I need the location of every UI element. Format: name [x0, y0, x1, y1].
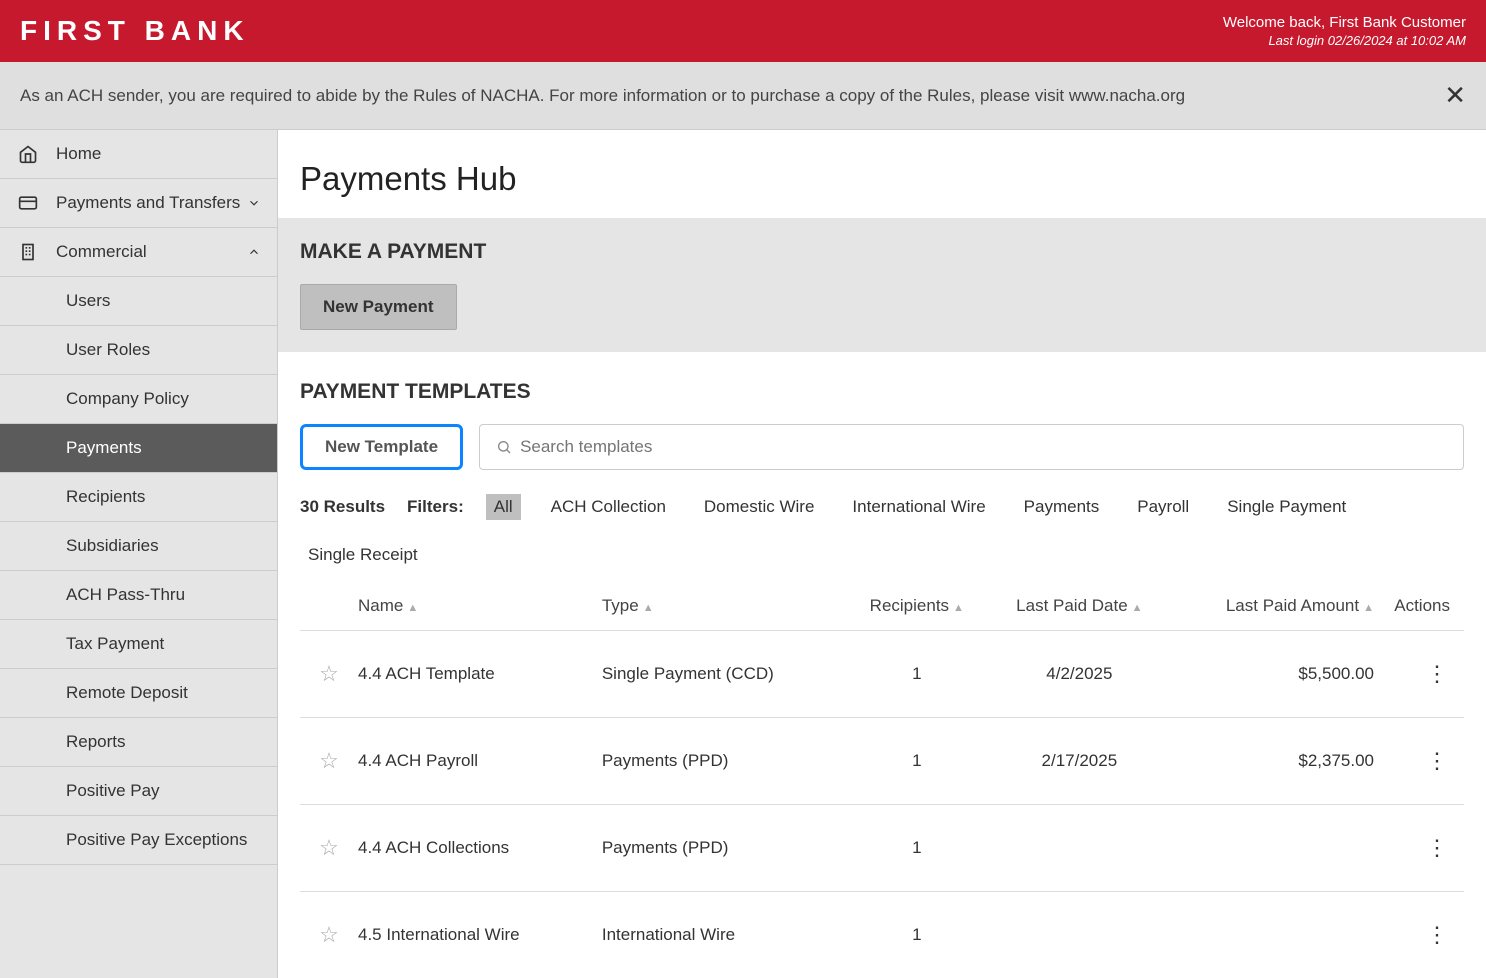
- cell-date: 4/2/2025: [988, 664, 1171, 684]
- chevron-up-icon: [247, 245, 261, 259]
- page-title: Payments Hub: [278, 130, 1486, 218]
- cell-date: 2/17/2025: [988, 751, 1171, 771]
- actions-menu-icon[interactable]: ⋮: [1374, 843, 1464, 853]
- cell-name: 4.4 ACH Template: [358, 664, 602, 684]
- cell-recipients: 1: [846, 751, 988, 771]
- star-icon[interactable]: ☆: [300, 661, 358, 687]
- close-icon[interactable]: ✕: [1444, 80, 1466, 111]
- sidebar-sub-recipients[interactable]: Recipients: [0, 473, 277, 522]
- filter-domestic-wire[interactable]: Domestic Wire: [696, 494, 823, 520]
- templates-heading: PAYMENT TEMPLATES: [278, 380, 1486, 404]
- star-icon[interactable]: ☆: [300, 835, 358, 861]
- cell-type: Payments (PPD): [602, 751, 846, 771]
- filters-label: Filters:: [407, 497, 464, 517]
- filter-payroll[interactable]: Payroll: [1129, 494, 1197, 520]
- chevron-down-icon: [247, 196, 261, 210]
- star-icon[interactable]: ☆: [300, 748, 358, 774]
- cell-name: 4.4 ACH Collections: [358, 838, 602, 858]
- cell-type: Payments (PPD): [602, 838, 846, 858]
- make-payment-section: MAKE A PAYMENT New Payment: [278, 218, 1486, 352]
- cell-recipients: 1: [846, 925, 988, 945]
- cell-recipients: 1: [846, 664, 988, 684]
- sidebar-sub-reports[interactable]: Reports: [0, 718, 277, 767]
- col-header-name[interactable]: Name▲: [358, 596, 602, 616]
- sidebar-sub-positive-pay-exceptions[interactable]: Positive Pay Exceptions: [0, 816, 277, 865]
- star-icon[interactable]: ☆: [300, 922, 358, 948]
- cell-amount: $2,375.00: [1171, 751, 1374, 771]
- table-header-row: Name▲ Type▲ Recipients▲ Last Paid Date▲ …: [300, 586, 1464, 631]
- welcome-text: Welcome back, First Bank Customer: [1223, 14, 1466, 31]
- filter-international-wire[interactable]: International Wire: [844, 494, 993, 520]
- sort-icon: ▲: [953, 602, 964, 614]
- main-content: Payments Hub MAKE A PAYMENT New Payment …: [278, 130, 1486, 978]
- filter-row: 30 Results Filters: All ACH Collection D…: [278, 494, 1486, 568]
- building-icon: [16, 242, 40, 262]
- notice-bar: As an ACH sender, you are required to ab…: [0, 62, 1486, 130]
- table-row: ☆ 4.4 ACH Template Single Payment (CCD) …: [300, 631, 1464, 718]
- filter-ach-collection[interactable]: ACH Collection: [543, 494, 674, 520]
- col-header-last-paid-date[interactable]: Last Paid Date▲: [988, 596, 1171, 616]
- cell-type: Single Payment (CCD): [602, 664, 846, 684]
- cell-name: 4.4 ACH Payroll: [358, 751, 602, 771]
- filter-payments[interactable]: Payments: [1016, 494, 1108, 520]
- col-header-last-paid-amount[interactable]: Last Paid Amount▲: [1171, 596, 1374, 616]
- new-payment-button[interactable]: New Payment: [300, 284, 457, 330]
- cell-name: 4.5 International Wire: [358, 925, 602, 945]
- sidebar-sub-positive-pay[interactable]: Positive Pay: [0, 767, 277, 816]
- filter-single-receipt[interactable]: Single Receipt: [300, 542, 426, 568]
- welcome-block: Welcome back, First Bank Customer Last l…: [1223, 14, 1466, 48]
- sidebar-sub-subsidiaries[interactable]: Subsidiaries: [0, 522, 277, 571]
- search-input[interactable]: [512, 425, 1447, 469]
- filter-all[interactable]: All: [486, 494, 521, 520]
- new-template-button[interactable]: New Template: [300, 424, 463, 470]
- sidebar: Home Payments and Transfers Commercial U…: [0, 130, 278, 978]
- sidebar-sub-tax-payment[interactable]: Tax Payment: [0, 620, 277, 669]
- top-header: FIRST BANK Welcome back, First Bank Cust…: [0, 0, 1486, 62]
- search-box[interactable]: [479, 424, 1464, 470]
- home-icon: [16, 144, 40, 164]
- sidebar-item-payments-transfers[interactable]: Payments and Transfers: [0, 179, 277, 228]
- sidebar-sub-ach-pass-thru[interactable]: ACH Pass-Thru: [0, 571, 277, 620]
- templates-toolbar: New Template: [278, 424, 1486, 470]
- sidebar-item-home[interactable]: Home: [0, 130, 277, 179]
- table-row: ☆ 4.4 ACH Collections Payments (PPD) 1 ⋮: [300, 805, 1464, 892]
- sort-icon: ▲: [643, 602, 654, 614]
- search-icon: [496, 439, 512, 455]
- sidebar-sub-payments[interactable]: Payments: [0, 424, 277, 473]
- filter-single-payment[interactable]: Single Payment: [1219, 494, 1354, 520]
- sidebar-item-label: Payments and Transfers: [56, 193, 240, 213]
- sidebar-item-label: Home: [56, 144, 101, 164]
- cell-type: International Wire: [602, 925, 846, 945]
- sidebar-sub-remote-deposit[interactable]: Remote Deposit: [0, 669, 277, 718]
- actions-menu-icon[interactable]: ⋮: [1374, 669, 1464, 679]
- last-login-text: Last login 02/26/2024 at 10:02 AM: [1223, 33, 1466, 48]
- actions-menu-icon[interactable]: ⋮: [1374, 930, 1464, 940]
- sort-icon: ▲: [1132, 602, 1143, 614]
- card-icon: [16, 193, 40, 213]
- col-header-type[interactable]: Type▲: [602, 596, 846, 616]
- sidebar-sub-users[interactable]: Users: [0, 277, 277, 326]
- actions-menu-icon[interactable]: ⋮: [1374, 756, 1464, 766]
- templates-table: Name▲ Type▲ Recipients▲ Last Paid Date▲ …: [278, 586, 1486, 948]
- notice-text: As an ACH sender, you are required to ab…: [20, 86, 1185, 106]
- col-header-recipients[interactable]: Recipients▲: [846, 596, 988, 616]
- sidebar-item-commercial[interactable]: Commercial: [0, 228, 277, 277]
- cell-recipients: 1: [846, 838, 988, 858]
- sort-icon: ▲: [1363, 602, 1374, 614]
- sidebar-item-label: Commercial: [56, 242, 147, 262]
- table-row: ☆ 4.5 International Wire International W…: [300, 892, 1464, 948]
- make-payment-heading: MAKE A PAYMENT: [300, 240, 1464, 264]
- sort-icon: ▲: [407, 602, 418, 614]
- table-row: ☆ 4.4 ACH Payroll Payments (PPD) 1 2/17/…: [300, 718, 1464, 805]
- logo: FIRST BANK: [20, 15, 250, 47]
- cell-amount: $5,500.00: [1171, 664, 1374, 684]
- col-header-actions: Actions: [1374, 596, 1464, 616]
- results-count: 30 Results: [300, 497, 385, 517]
- sidebar-sub-user-roles[interactable]: User Roles: [0, 326, 277, 375]
- sidebar-sub-company-policy[interactable]: Company Policy: [0, 375, 277, 424]
